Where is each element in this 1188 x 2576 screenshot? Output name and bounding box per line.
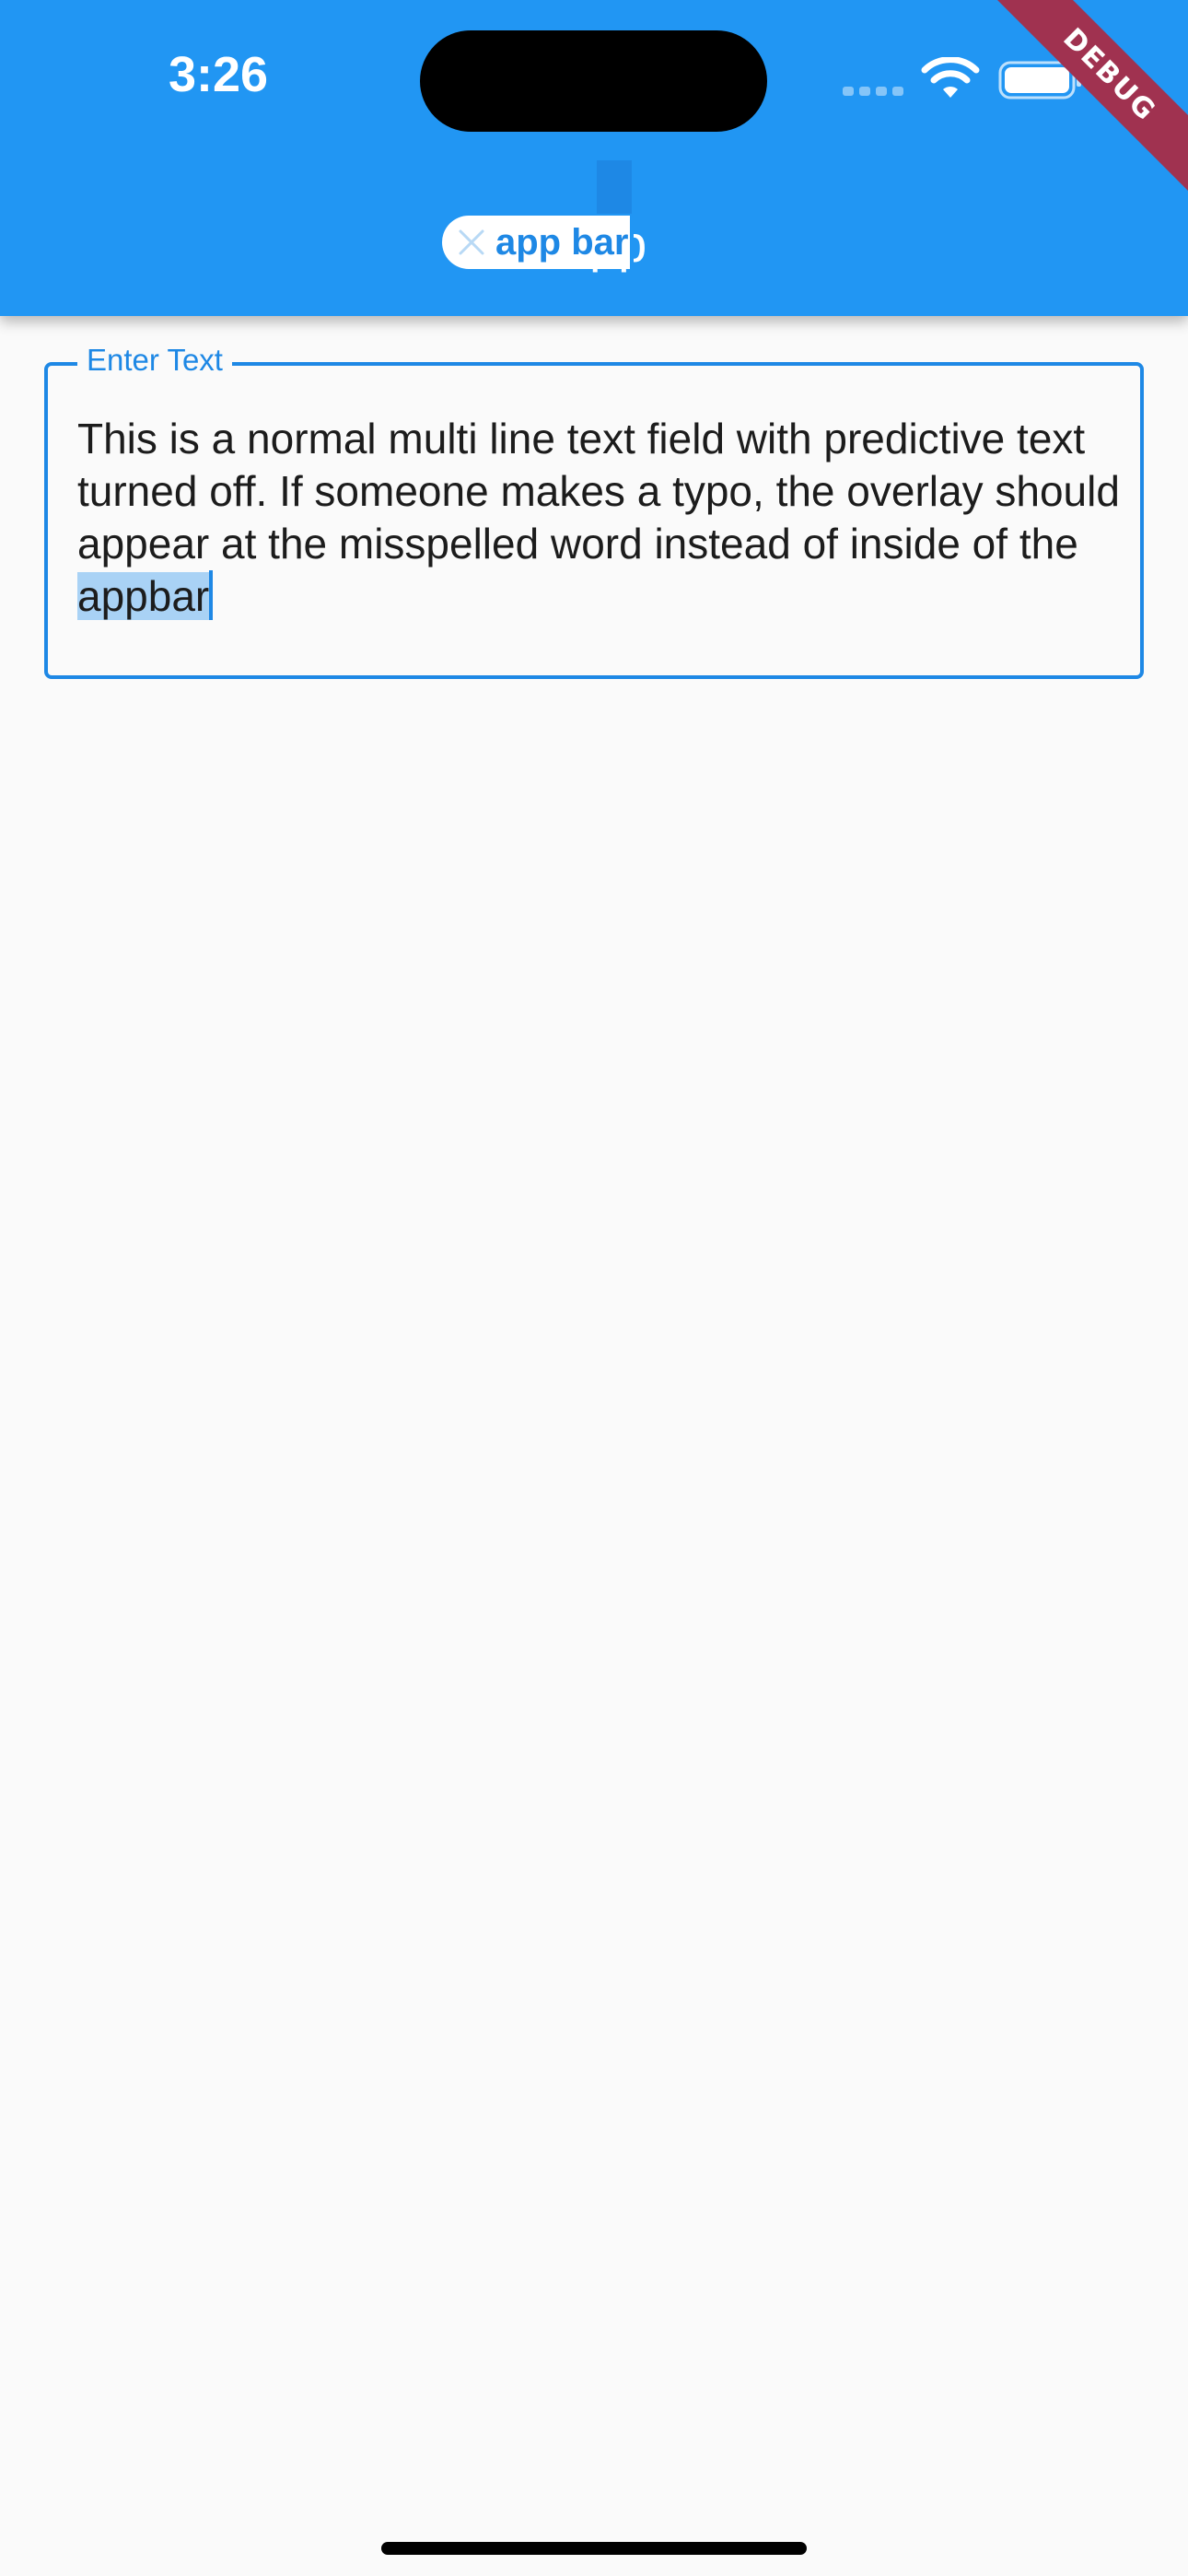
close-icon[interactable] (451, 222, 492, 263)
spell-suggestion-text[interactable]: app bar (495, 222, 628, 263)
suggestion-caret (630, 216, 634, 269)
text-field-content[interactable]: This is a normal multi line text field w… (77, 413, 1127, 623)
text-field-label: Enter Text (77, 343, 232, 378)
home-indicator[interactable] (381, 2542, 807, 2555)
spell-suggestion-chip[interactable]: app bar (442, 216, 634, 269)
app-bar: 3:26 pp app bar (0, 0, 1188, 316)
title-drag-cursor (597, 160, 632, 214)
cellular-signal-icon (843, 85, 903, 98)
text-caret (209, 570, 214, 620)
text-field-value[interactable]: This is a normal multi line text field w… (77, 415, 1120, 568)
wifi-icon (921, 57, 980, 98)
dynamic-island (420, 30, 767, 132)
selected-word[interactable]: appbar (77, 572, 210, 620)
status-time: 3:26 (169, 47, 269, 102)
